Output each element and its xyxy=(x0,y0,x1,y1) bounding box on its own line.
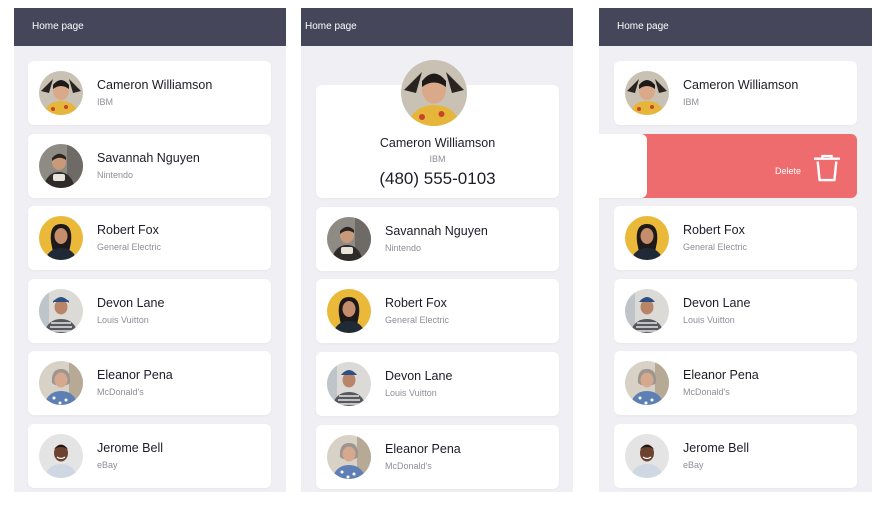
screen-expanded: Home page Cameron Williamson IBM (480) 5… xyxy=(301,8,573,492)
avatar xyxy=(39,144,83,188)
delete-action[interactable]: Delete xyxy=(635,134,857,198)
avatar xyxy=(39,361,83,405)
contact-company: General Electric xyxy=(683,242,748,252)
avatar-large xyxy=(401,60,467,126)
contact-card-eleanor[interactable]: Eleanor Pena McDonald's xyxy=(28,351,271,415)
contact-name: Cameron Williamson xyxy=(97,78,213,92)
contact-company: IBM xyxy=(683,97,700,107)
screen-list: Home page Cameron Williamson IBM Savanna… xyxy=(14,8,286,492)
contact-company: Louis Vuitton xyxy=(97,315,149,325)
contact-card-cameron[interactable]: Cameron Williamson IBM xyxy=(28,61,271,125)
trash-icon[interactable] xyxy=(814,154,840,182)
contact-company: General Electric xyxy=(97,242,162,252)
contact-card-robert[interactable]: Robert Fox General Electric xyxy=(316,279,559,343)
contact-company: Nintendo xyxy=(97,170,134,180)
contact-name: Jerome Bell xyxy=(97,441,163,455)
contact-name: Devon Lane xyxy=(385,369,453,383)
contact-card-devon[interactable]: Devon Lane Louis Vuitton xyxy=(614,279,857,343)
contact-company: IBM xyxy=(429,154,446,164)
screen-swipe-delete: Home page Cameron Williamson IBM Delete … xyxy=(599,8,872,492)
avatar xyxy=(39,434,83,478)
contact-name: Devon Lane xyxy=(97,296,165,310)
avatar xyxy=(327,362,371,406)
avatar xyxy=(39,71,83,115)
contact-company: McDonald's xyxy=(683,387,730,397)
contact-company: Louis Vuitton xyxy=(385,388,437,398)
avatar xyxy=(625,434,669,478)
contact-name: Eleanor Pena xyxy=(385,442,461,456)
avatar xyxy=(39,289,83,333)
contact-card-devon[interactable]: Devon Lane Louis Vuitton xyxy=(316,352,559,416)
contact-company: General Electric xyxy=(385,315,450,325)
contact-company: Louis Vuitton xyxy=(683,315,735,325)
avatar xyxy=(625,361,669,405)
avatar xyxy=(327,217,371,261)
contact-card-devon[interactable]: Devon Lane Louis Vuitton xyxy=(28,279,271,343)
contact-card-savannah[interactable]: Savannah Nguyen Nintendo xyxy=(316,207,559,271)
avatar xyxy=(327,435,371,479)
avatar xyxy=(625,71,669,115)
contact-name: Savannah Nguyen xyxy=(97,151,200,165)
contact-name: Jerome Bell xyxy=(683,441,749,455)
contact-company: eBay xyxy=(683,460,704,470)
contact-card-savannah[interactable]: Savannah Nguyen Nintendo xyxy=(28,134,271,198)
app-header: Home page xyxy=(599,8,872,46)
avatar xyxy=(625,289,669,333)
contact-name: Eleanor Pena xyxy=(683,368,759,382)
contact-name: Savannah Nguyen xyxy=(385,224,488,238)
avatar xyxy=(39,216,83,260)
contact-name: Eleanor Pena xyxy=(97,368,173,382)
page-title: Home page xyxy=(617,21,669,32)
contact-company: eBay xyxy=(97,460,118,470)
contact-name: Cameron Williamson xyxy=(379,136,496,150)
contact-card-jerome[interactable]: Jerome Bell eBay xyxy=(614,424,857,488)
contact-card-swiped[interactable] xyxy=(599,134,647,198)
contact-card-eleanor[interactable]: Eleanor Pena McDonald's xyxy=(316,425,559,489)
contact-card-jerome[interactable]: Jerome Bell eBay xyxy=(28,424,271,488)
contact-company: Nintendo xyxy=(385,243,422,253)
avatar xyxy=(625,216,669,260)
contact-name: Robert Fox xyxy=(97,223,159,237)
contact-company: McDonald's xyxy=(97,387,144,397)
app-header: Home page xyxy=(14,8,286,46)
page-title: Home page xyxy=(305,21,357,32)
contact-card-cameron[interactable]: Cameron Williamson IBM xyxy=(614,61,857,125)
contact-name: Cameron Williamson xyxy=(683,78,799,92)
contact-card-robert[interactable]: Robert Fox General Electric xyxy=(614,206,857,270)
avatar xyxy=(327,289,371,333)
contact-name: Robert Fox xyxy=(683,223,745,237)
contact-name: Robert Fox xyxy=(385,296,447,310)
contact-card-eleanor[interactable]: Eleanor Pena McDonald's xyxy=(614,351,857,415)
contact-name: Devon Lane xyxy=(683,296,751,310)
contact-company: McDonald's xyxy=(385,461,432,471)
contact-company: IBM xyxy=(97,97,114,107)
contact-phone[interactable]: (480) 555-0103 xyxy=(316,169,559,189)
delete-label: Delete xyxy=(775,166,802,176)
page-title: Home page xyxy=(32,21,84,32)
contact-card-robert[interactable]: Robert Fox General Electric xyxy=(28,206,271,270)
app-header: Home page xyxy=(301,8,573,46)
